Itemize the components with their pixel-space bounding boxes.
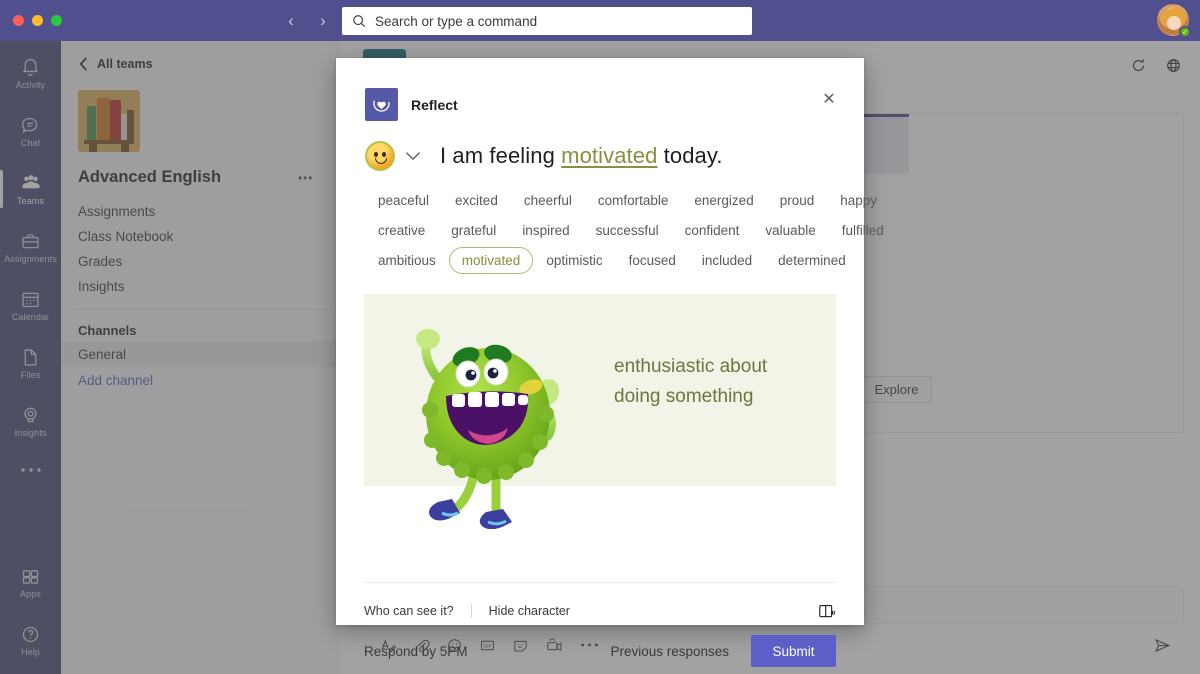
avatar[interactable]: ✓ xyxy=(1157,4,1191,38)
emotion-chip[interactable]: excited xyxy=(442,187,511,214)
emotion-chip[interactable]: successful xyxy=(583,217,672,244)
emotion-chip[interactable]: proud xyxy=(767,187,828,214)
emotion-chip[interactable]: inspired xyxy=(509,217,582,244)
emotion-chip-row: ambitious motivated optimistic focused i… xyxy=(365,245,846,275)
back-icon[interactable]: ‹ xyxy=(280,10,302,32)
title-bar: ‹ › Search or type a command ✓ xyxy=(0,0,1200,41)
emotion-chip[interactable]: included xyxy=(689,247,765,274)
emotion-chip[interactable]: ambitious xyxy=(365,247,449,274)
smiley-face-icon[interactable] xyxy=(365,141,395,171)
submit-button[interactable]: Submit xyxy=(751,635,836,667)
previous-responses-link[interactable]: Previous responses xyxy=(610,644,729,659)
prompt-sentence: I am feeling motivated today. xyxy=(440,143,723,169)
prompt-suffix: today. xyxy=(663,143,723,168)
emotion-chip-row: creative grateful inspired successful co… xyxy=(365,215,884,245)
respond-by-label: Respond by 5PM xyxy=(364,643,468,659)
dialog-options-row: Who can see it? Hide character xyxy=(364,600,836,622)
dialog-separator xyxy=(364,582,836,583)
emotion-chip[interactable]: cheerful xyxy=(511,187,585,214)
emotion-chip[interactable]: peaceful xyxy=(365,187,442,214)
chevron-down-icon[interactable] xyxy=(405,151,421,161)
emotion-chip[interactable]: happy xyxy=(827,187,890,214)
search-placeholder: Search or type a command xyxy=(375,13,538,29)
reflect-heart-icon xyxy=(365,88,398,121)
emotion-chip-selected[interactable]: motivated xyxy=(448,246,534,274)
presence-badge: ✓ xyxy=(1179,26,1191,38)
emotion-chip[interactable]: focused xyxy=(616,247,689,274)
emotion-chip[interactable]: energized xyxy=(681,187,766,214)
maximize-window-button[interactable] xyxy=(51,15,62,26)
prompt-prefix: I am feeling xyxy=(440,143,555,168)
close-window-button[interactable] xyxy=(13,15,24,26)
teams-app-window: ‹ › Search or type a command ✓ Activity xyxy=(0,0,1200,674)
caption-line-1: enthusiastic about xyxy=(614,356,768,377)
emotion-chip[interactable]: optimistic xyxy=(533,247,615,274)
dialog-title: Reflect xyxy=(411,96,458,113)
emotion-chip[interactable]: valuable xyxy=(752,217,828,244)
read-aloud-icon[interactable] xyxy=(817,602,836,621)
emotion-chip-grid: peaceful excited cheerful comfortable en… xyxy=(336,171,884,275)
forward-icon[interactable]: › xyxy=(312,10,334,32)
reflect-dialog: Reflect ✕ I am feeling motivated today. … xyxy=(336,58,884,667)
illustration-caption: enthusiastic about doing something xyxy=(614,352,767,412)
minimize-window-button[interactable] xyxy=(32,15,43,26)
search-icon xyxy=(353,15,366,28)
emotion-chip[interactable]: confident xyxy=(672,217,753,244)
emotion-chip[interactable]: fulfilled xyxy=(829,217,897,244)
window-controls[interactable] xyxy=(13,15,62,26)
prompt-row: I am feeling motivated today. xyxy=(336,121,864,171)
emotion-chip[interactable]: determined xyxy=(765,247,859,274)
green-furry-monster-illustration xyxy=(416,329,560,529)
hide-character-link[interactable]: Hide character xyxy=(489,604,570,618)
who-can-see-it-link[interactable]: Who can see it? xyxy=(364,604,454,618)
search-input[interactable]: Search or type a command xyxy=(342,7,752,35)
options-divider xyxy=(470,604,472,618)
dialog-footer: Respond by 5PM Previous responses Submit xyxy=(364,633,836,669)
emotion-chip[interactable]: grateful xyxy=(438,217,509,244)
dialog-header: Reflect xyxy=(336,58,864,121)
caption-line-2: doing something xyxy=(614,386,754,407)
history-nav: ‹ › xyxy=(280,10,334,32)
emotion-chip-row: peaceful excited cheerful comfortable en… xyxy=(365,185,877,215)
prompt-selected-word[interactable]: motivated xyxy=(561,143,657,168)
emotion-chip[interactable]: comfortable xyxy=(585,187,682,214)
emotion-chip[interactable]: creative xyxy=(365,217,438,244)
illustration-panel: enthusiastic about doing something xyxy=(364,294,836,529)
close-icon[interactable]: ✕ xyxy=(816,86,842,112)
